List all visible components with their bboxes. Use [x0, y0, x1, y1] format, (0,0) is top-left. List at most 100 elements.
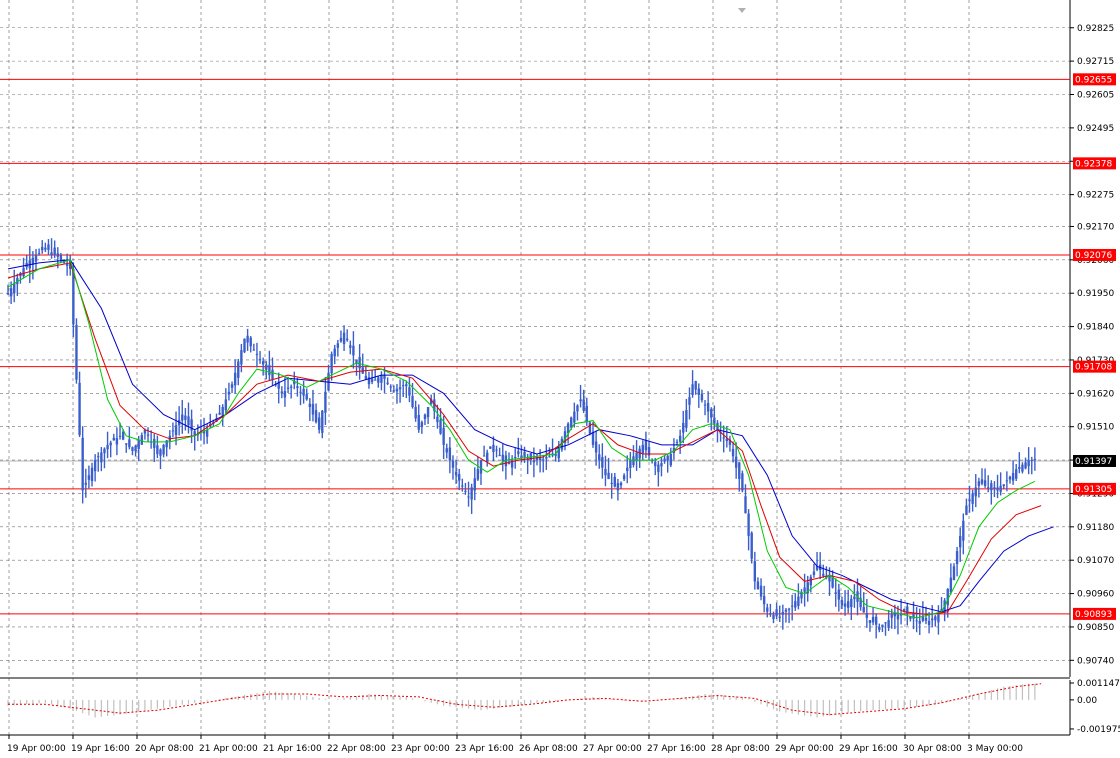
candle-body	[918, 620, 921, 624]
candle-body	[999, 485, 1002, 492]
candle-body	[678, 435, 682, 442]
candle-body	[669, 454, 673, 466]
osc-tick-label: 0.00	[1077, 696, 1097, 706]
candle-body	[924, 617, 928, 621]
level-price-label: 0.91305	[1075, 485, 1112, 495]
candle-body	[588, 422, 592, 434]
candle-body	[644, 440, 648, 451]
candle-body	[738, 462, 741, 480]
candle-body	[90, 467, 94, 482]
candle-body	[542, 459, 545, 461]
candle-body	[470, 487, 473, 500]
candle-body	[464, 490, 467, 492]
candle-body	[576, 405, 579, 412]
candle-body	[778, 616, 781, 618]
candle-body	[395, 388, 399, 392]
candle-body	[59, 254, 63, 260]
candle-body	[1015, 469, 1018, 479]
candle-body	[691, 384, 694, 395]
level-price-label: 0.92378	[1075, 159, 1112, 169]
candle-body	[448, 447, 452, 461]
candle-body	[756, 581, 760, 590]
candle-body	[373, 379, 377, 381]
candle-body	[358, 356, 361, 369]
x-tick-label: 30 Apr 08:00	[903, 744, 962, 754]
x-tick-label: 28 Apr 08:00	[711, 744, 770, 754]
candle-body	[713, 417, 716, 424]
candle-body	[349, 345, 352, 348]
candle-body	[616, 483, 620, 491]
candle-body	[9, 288, 13, 297]
candle-body	[489, 446, 492, 449]
candle-body	[420, 422, 424, 427]
candle-body	[47, 244, 50, 250]
candle-body	[224, 399, 228, 411]
candle-body	[156, 445, 159, 455]
candle-body	[87, 475, 91, 480]
candle-body	[734, 456, 738, 468]
candle-body	[72, 268, 75, 325]
ma-red-line	[7, 262, 1042, 616]
y-tick-label: 0.91070	[1077, 556, 1114, 566]
candle-body	[781, 611, 785, 615]
candle-body	[501, 454, 504, 461]
level-price-label: 0.91708	[1075, 363, 1112, 373]
candle-body	[1005, 480, 1009, 482]
candle-body	[53, 247, 56, 255]
candle-body	[246, 335, 249, 343]
candle-body	[137, 440, 140, 449]
candle-body	[604, 468, 607, 476]
candle-body	[753, 561, 757, 582]
candle-body	[629, 460, 632, 469]
candle-body	[682, 422, 685, 433]
candle-body	[442, 427, 445, 445]
candle-body	[750, 532, 753, 559]
candle-body	[703, 404, 707, 406]
candle-body	[594, 441, 598, 453]
candle-body	[153, 438, 156, 448]
horizontal-levels[interactable]	[0, 78, 1070, 615]
candle-body	[93, 460, 97, 472]
candle-body	[822, 573, 825, 576]
candle-body	[355, 359, 358, 363]
candle-body	[345, 338, 349, 341]
candle-body	[243, 338, 246, 353]
candle-body	[115, 438, 119, 445]
candle-body	[302, 388, 305, 396]
candle-body	[987, 487, 990, 489]
candle-body	[75, 324, 78, 380]
moving-averages	[7, 259, 1054, 619]
y-tick-label: 0.91950	[1077, 289, 1114, 299]
candle-body	[906, 606, 909, 615]
candle-body	[700, 394, 704, 401]
candle-body	[227, 391, 231, 395]
x-tick-label: 21 Apr 16:00	[263, 744, 322, 754]
candle-body	[654, 462, 657, 467]
candle-body	[579, 399, 582, 402]
candle-body	[657, 464, 660, 473]
candle-body	[890, 614, 893, 618]
candle-body	[582, 399, 585, 411]
x-tick-label: 29 Apr 16:00	[839, 744, 898, 754]
candle-body	[591, 431, 595, 445]
candle-body	[230, 384, 234, 388]
x-tick-label: 26 Apr 08:00	[519, 744, 578, 754]
candle-body	[240, 350, 243, 365]
candle-body	[84, 482, 87, 485]
level-price-label: 0.92655	[1075, 75, 1112, 85]
y-tick-label: 0.91620	[1077, 389, 1114, 399]
candle-body	[694, 381, 697, 390]
candle-body	[37, 252, 41, 254]
candle-body	[159, 449, 162, 456]
candle-body	[439, 419, 442, 434]
candle-body	[118, 435, 122, 437]
candle-body	[1008, 476, 1012, 480]
candle-body	[635, 452, 638, 461]
candle-body	[775, 609, 778, 617]
candle-series	[6, 238, 1037, 639]
candle-body	[13, 283, 16, 294]
candle-body	[205, 429, 209, 437]
price-chart[interactable]: 0.928250.927150.926050.924950.923850.922…	[0, 0, 1120, 758]
candle-body	[252, 349, 256, 351]
candle-body	[380, 375, 383, 383]
